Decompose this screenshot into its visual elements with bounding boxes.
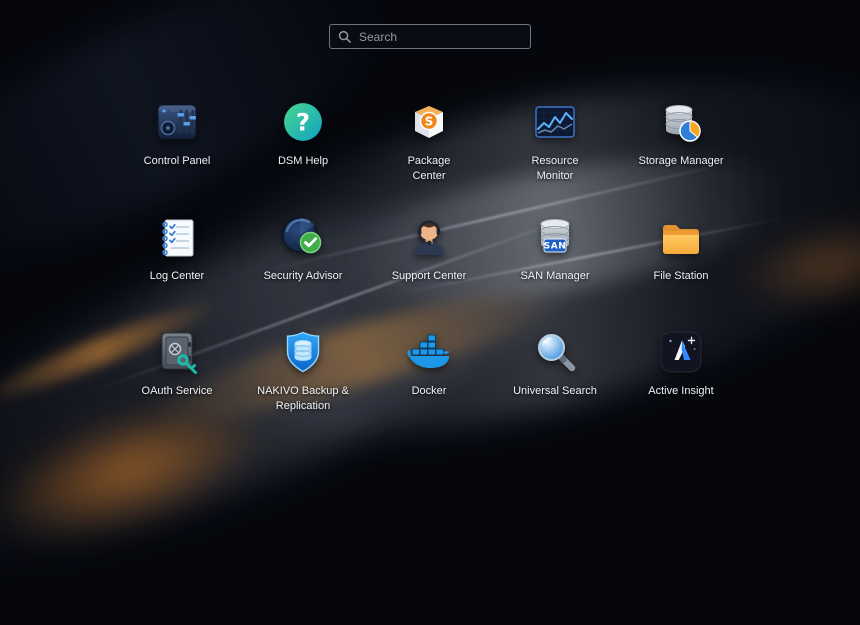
app-active-insight[interactable]: Active Insight	[618, 328, 744, 443]
package-center-icon: S	[405, 98, 453, 146]
oauth-service-icon	[153, 328, 201, 376]
svg-text:SAN: SAN	[544, 242, 566, 252]
app-label: File Station	[653, 269, 708, 284]
app-label: Docker	[412, 384, 447, 399]
app-label: SAN Manager	[520, 269, 589, 284]
app-label: NAKIVO Backup & Replication	[257, 384, 349, 414]
dsm-help-icon: ?	[279, 98, 327, 146]
app-label: DSM Help	[278, 154, 328, 169]
app-oauth-service[interactable]: OAuth Service	[114, 328, 240, 443]
app-label: Universal Search	[513, 384, 597, 399]
control-panel-icon	[153, 98, 201, 146]
search-icon	[338, 30, 351, 43]
svg-text:S: S	[425, 115, 434, 129]
active-insight-icon	[657, 328, 705, 376]
app-san-manager[interactable]: SAN SAN Manager	[492, 213, 618, 328]
app-label: Support Center	[392, 269, 467, 284]
search-bar	[329, 24, 531, 49]
security-advisor-icon	[279, 213, 327, 261]
san-manager-icon: SAN	[531, 213, 579, 261]
app-grid: Control Panel ? DSM Help S Package Cente…	[114, 98, 744, 443]
app-label: Security Advisor	[264, 269, 343, 284]
storage-manager-icon	[657, 98, 705, 146]
app-docker[interactable]: Docker	[366, 328, 492, 443]
app-resource-monitor[interactable]: Resource Monitor	[492, 98, 618, 213]
app-label: Control Panel	[144, 154, 211, 169]
app-security-advisor[interactable]: Security Advisor	[240, 213, 366, 328]
resource-monitor-icon	[531, 98, 579, 146]
dsm-app-launcher: { "search": { "placeholder": "Search" },…	[0, 0, 860, 570]
app-package-center[interactable]: S Package Center	[366, 98, 492, 213]
app-storage-manager[interactable]: Storage Manager	[618, 98, 744, 213]
nakivo-icon	[279, 328, 327, 376]
app-log-center[interactable]: Log Center	[114, 213, 240, 328]
app-file-station[interactable]: File Station	[618, 213, 744, 328]
app-support-center[interactable]: Support Center	[366, 213, 492, 328]
docker-icon	[405, 328, 453, 376]
app-universal-search[interactable]: Universal Search	[492, 328, 618, 443]
svg-text:?: ?	[296, 109, 310, 137]
app-dsm-help[interactable]: ? DSM Help	[240, 98, 366, 213]
app-label: Storage Manager	[639, 154, 724, 169]
support-center-icon	[405, 213, 453, 261]
app-label: Package Center	[408, 154, 451, 184]
app-label: OAuth Service	[142, 384, 213, 399]
search-input[interactable]	[357, 29, 522, 45]
universal-search-icon	[531, 328, 579, 376]
file-station-icon	[657, 213, 705, 261]
app-label: Active Insight	[648, 384, 713, 399]
app-label: Log Center	[150, 269, 204, 284]
app-control-panel[interactable]: Control Panel	[114, 98, 240, 213]
log-center-icon	[153, 213, 201, 261]
app-label: Resource Monitor	[531, 154, 578, 184]
app-nakivo-backup-replication[interactable]: NAKIVO Backup & Replication	[240, 328, 366, 443]
